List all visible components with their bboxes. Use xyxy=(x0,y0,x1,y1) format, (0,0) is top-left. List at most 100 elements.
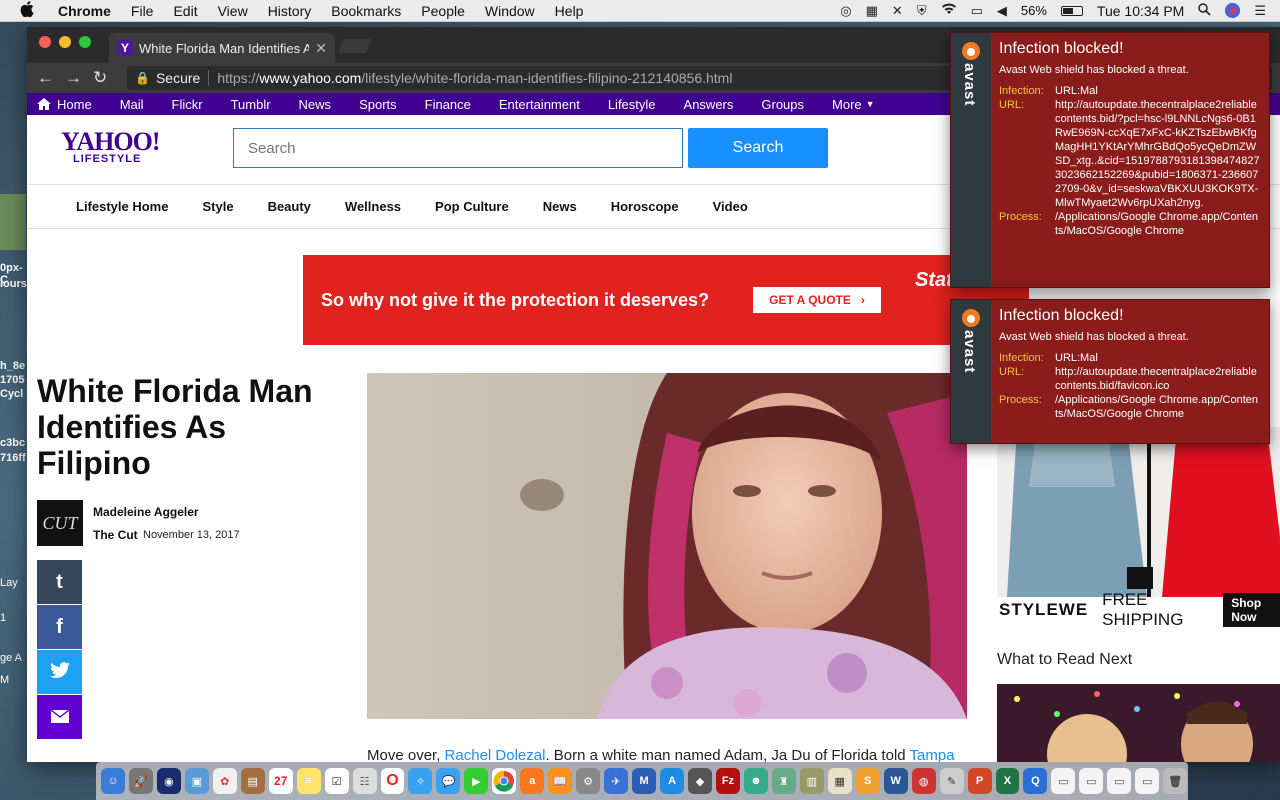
source-name[interactable]: The Cut xyxy=(93,528,138,542)
body-link-rachel-dolezal[interactable]: Rachel Dolezal xyxy=(445,747,546,762)
nav-sports[interactable]: Sports xyxy=(359,97,397,112)
nav-tumblr[interactable]: Tumblr xyxy=(231,97,271,112)
yahoo-lifestyle-logo[interactable]: YAHOO! LIFESTYLE xyxy=(61,127,160,165)
subnav-lifestyle-home[interactable]: Lifestyle Home xyxy=(76,199,168,214)
word-icon[interactable]: W xyxy=(883,768,908,794)
avast-dock-icon[interactable]: a xyxy=(520,768,545,794)
menu-view[interactable]: View xyxy=(218,3,248,19)
share-twitter-button[interactable] xyxy=(37,650,82,694)
shield-icon[interactable]: ⛨ xyxy=(917,3,927,19)
share-facebook-button[interactable]: f xyxy=(37,605,82,649)
siri-icon[interactable] xyxy=(1225,3,1241,18)
close-tab-icon[interactable]: ✕ xyxy=(315,40,327,57)
preview-icon[interactable]: ▣ xyxy=(184,768,209,794)
subnav-video[interactable]: Video xyxy=(713,199,748,214)
grid-icon[interactable]: ▦ xyxy=(866,3,878,19)
read-next-thumbnail[interactable] xyxy=(997,684,1280,762)
menu-file[interactable]: File xyxy=(131,3,154,19)
safari-icon[interactable]: ✧ xyxy=(408,768,433,794)
menu-history[interactable]: History xyxy=(268,3,312,19)
document-icon[interactable]: ▭ xyxy=(1135,768,1160,794)
new-tab-button[interactable] xyxy=(338,39,372,53)
avast-alert-1[interactable]: avast Infection blocked! Avast Web shiel… xyxy=(950,32,1270,288)
desktop-file-thumbnail[interactable] xyxy=(0,194,26,250)
author-name[interactable]: Madeleine Aggeler xyxy=(93,505,199,519)
notes-archive-icon[interactable]: ▤ xyxy=(240,768,265,794)
nav-lifestyle[interactable]: Lifestyle xyxy=(608,97,656,112)
calendar-icon[interactable]: 27 xyxy=(268,768,293,794)
avast-alert-2[interactable]: avast Infection blocked! Avast Web shiel… xyxy=(950,299,1270,444)
share-tumblr-button[interactable]: t xyxy=(37,560,82,604)
ibooks-icon[interactable]: 📖 xyxy=(548,768,573,794)
nav-flickr[interactable]: Flickr xyxy=(172,97,203,112)
share-email-button[interactable] xyxy=(37,695,82,739)
body-link-tampa[interactable]: Tampa xyxy=(910,747,955,762)
xcode-icon[interactable]: ✈ xyxy=(604,768,629,794)
subnav-wellness[interactable]: Wellness xyxy=(345,199,401,214)
subnav-news[interactable]: News xyxy=(543,199,577,214)
menu-people[interactable]: People xyxy=(421,3,465,19)
photo-booth-icon[interactable]: ◍ xyxy=(911,768,936,794)
siri-dock-icon[interactable]: ◉ xyxy=(156,768,181,794)
tools-icon[interactable]: ✕ xyxy=(892,3,903,19)
cat-app-icon[interactable]: ◆ xyxy=(688,768,712,794)
subnav-pop-culture[interactable]: Pop Culture xyxy=(435,199,509,214)
launchpad-icon[interactable]: 🚀 xyxy=(128,768,153,794)
notes-icon[interactable]: ≡ xyxy=(296,768,321,794)
spotlight-search-icon[interactable] xyxy=(1198,2,1211,19)
photos-icon[interactable]: ✿ xyxy=(212,768,237,794)
wifi-icon[interactable] xyxy=(941,3,957,18)
nav-groups[interactable]: Groups xyxy=(761,97,804,112)
volume-icon[interactable]: ◀ xyxy=(997,3,1007,19)
subnav-beauty[interactable]: Beauty xyxy=(268,199,311,214)
banner-ad[interactable]: So why not give it the protection it des… xyxy=(303,255,1029,345)
excel-icon[interactable]: X xyxy=(995,768,1020,794)
nav-mail[interactable]: Mail xyxy=(120,97,144,112)
subnav-horoscope[interactable]: Horoscope xyxy=(611,199,679,214)
nav-news[interactable]: News xyxy=(299,97,332,112)
powerpoint-icon[interactable]: P xyxy=(967,768,992,794)
menu-edit[interactable]: Edit xyxy=(173,3,197,19)
facetime-icon[interactable]: ▶ xyxy=(464,768,489,794)
menu-help[interactable]: Help xyxy=(555,3,584,19)
finder-icon[interactable]: ☺ xyxy=(101,768,125,794)
airplay-icon[interactable]: ▭ xyxy=(971,3,983,19)
reload-icon[interactable]: ↻ xyxy=(93,68,121,88)
forward-arrow-icon[interactable]: → xyxy=(65,68,93,88)
nav-more[interactable]: More ▼ xyxy=(832,97,875,112)
back-arrow-icon[interactable]: ← xyxy=(37,68,65,88)
battery-icon[interactable] xyxy=(1060,5,1083,16)
tab-active[interactable]: Y White Florida Man Identifies As Filipi… xyxy=(109,33,335,63)
utility-app-icon[interactable]: ♜ xyxy=(771,768,796,794)
search-input[interactable] xyxy=(233,128,683,168)
chrome-icon[interactable] xyxy=(492,768,517,794)
the-cut-logo[interactable]: CUT xyxy=(37,500,83,546)
shop-now-button[interactable]: Shop Now xyxy=(1223,593,1280,627)
menu-window[interactable]: Window xyxy=(485,3,535,19)
apple-icon[interactable] xyxy=(20,0,38,21)
nav-entertainment[interactable]: Entertainment xyxy=(499,97,580,112)
messages-icon[interactable]: 💬 xyxy=(436,768,461,794)
sublime-icon[interactable]: S xyxy=(855,768,880,794)
close-window-button[interactable] xyxy=(39,36,51,48)
contacts-icon[interactable]: ☷ xyxy=(352,768,377,794)
get-a-quote-button[interactable]: GET A QUOTE › xyxy=(753,287,881,313)
search-button[interactable]: Search xyxy=(688,128,828,168)
app-store-icon[interactable]: A xyxy=(660,768,685,794)
reminders-icon[interactable]: ☑ xyxy=(324,768,349,794)
document-icon[interactable]: ▭ xyxy=(1107,768,1132,794)
minimize-window-button[interactable] xyxy=(59,36,71,48)
system-preferences-icon[interactable]: ⚙ xyxy=(576,768,601,794)
sidebar-ad-bar[interactable]: STYLEWE FREE SHIPPING Shop Now xyxy=(997,590,1280,629)
notification-center-icon[interactable]: ☰ xyxy=(1254,3,1266,19)
people-app-icon[interactable]: ☻ xyxy=(743,768,768,794)
filezilla-icon[interactable]: Fz xyxy=(715,768,740,794)
textedit-icon[interactable]: ✎ xyxy=(939,768,964,794)
notes-app-icon[interactable]: ▦ xyxy=(827,768,852,794)
creative-cloud-icon[interactable]: ◎ xyxy=(840,3,851,19)
quicktime-icon[interactable]: Q xyxy=(1023,768,1048,794)
menu-app-name[interactable]: Chrome xyxy=(58,3,111,19)
lock-icon[interactable]: 🔒 xyxy=(135,71,150,85)
document-icon[interactable]: ▭ xyxy=(1051,768,1076,794)
nav-finance[interactable]: Finance xyxy=(425,97,471,112)
